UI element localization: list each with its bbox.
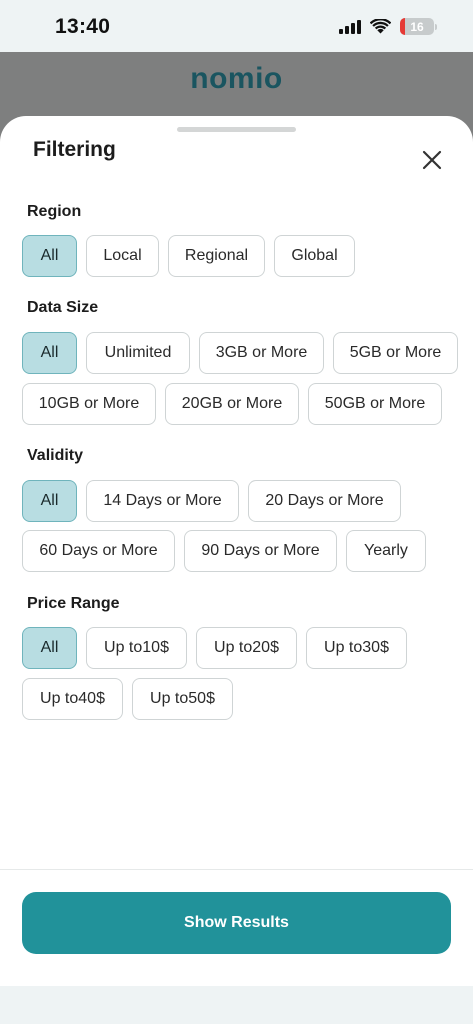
battery-level: 16: [410, 19, 424, 34]
cellular-signal-icon: [339, 19, 361, 34]
chip-data-20gb[interactable]: 20GB or More: [165, 383, 299, 425]
chip-validity-all[interactable]: All: [22, 480, 77, 522]
chip-region-regional[interactable]: Regional: [168, 235, 265, 277]
chip-price-30[interactable]: Up to30$: [306, 627, 407, 669]
chip-data-unlimited[interactable]: Unlimited: [86, 332, 190, 374]
status-bar: 13:40 16: [0, 0, 473, 52]
section-label-data-size: Data Size: [27, 299, 99, 316]
chip-row-region: All Local Regional Global: [22, 235, 355, 277]
chip-price-all[interactable]: All: [22, 627, 77, 669]
close-button[interactable]: [418, 146, 446, 174]
footer-divider: [0, 869, 473, 870]
battery-tip: [435, 23, 437, 30]
chip-price-20[interactable]: Up to20$: [196, 627, 297, 669]
chip-validity-20-days[interactable]: 20 Days or More: [248, 480, 401, 522]
battery-icon: 16: [400, 18, 434, 35]
chip-data-3gb[interactable]: 3GB or More: [199, 332, 324, 374]
chip-row-data-size-1: All Unlimited 3GB or More 5GB or More: [22, 332, 458, 374]
chip-validity-yearly[interactable]: Yearly: [346, 530, 426, 572]
close-icon: [422, 150, 442, 170]
section-label-region: Region: [27, 203, 82, 220]
section-label-validity: Validity: [27, 447, 84, 464]
chip-data-50gb[interactable]: 50GB or More: [308, 383, 442, 425]
chip-price-40[interactable]: Up to40$: [22, 678, 123, 720]
show-results-button[interactable]: Show Results: [22, 892, 451, 954]
status-time: 13:40: [55, 15, 111, 38]
chip-row-validity-2: 60 Days or More 90 Days or More Yearly: [22, 530, 426, 572]
chip-data-5gb[interactable]: 5GB or More: [333, 332, 458, 374]
chip-data-10gb[interactable]: 10GB or More: [22, 383, 156, 425]
chip-row-price-2: Up to40$ Up to50$: [22, 678, 233, 720]
chip-region-all[interactable]: All: [22, 235, 77, 277]
app-logo: nomio: [190, 62, 283, 95]
chip-region-local[interactable]: Local: [86, 235, 159, 277]
wifi-icon: [370, 19, 391, 34]
filter-sheet: Filtering Region All Local Regional Glob…: [0, 116, 473, 986]
sheet-title: Filtering: [33, 138, 116, 161]
chip-validity-14-days[interactable]: 14 Days or More: [86, 480, 239, 522]
chip-data-all[interactable]: All: [22, 332, 77, 374]
chip-row-price-1: All Up to10$ Up to20$ Up to30$: [22, 627, 407, 669]
section-label-price-range: Price Range: [27, 595, 120, 612]
chip-row-data-size-2: 10GB or More 20GB or More 50GB or More: [22, 383, 442, 425]
sheet-grabber[interactable]: [177, 127, 296, 132]
chip-region-global[interactable]: Global: [274, 235, 355, 277]
status-icons: 16: [339, 18, 437, 35]
chip-row-validity-1: All 14 Days or More 20 Days or More: [22, 480, 401, 522]
chip-validity-60-days[interactable]: 60 Days or More: [22, 530, 175, 572]
chip-validity-90-days[interactable]: 90 Days or More: [184, 530, 337, 572]
chip-price-10[interactable]: Up to10$: [86, 627, 187, 669]
chip-price-50[interactable]: Up to50$: [132, 678, 233, 720]
